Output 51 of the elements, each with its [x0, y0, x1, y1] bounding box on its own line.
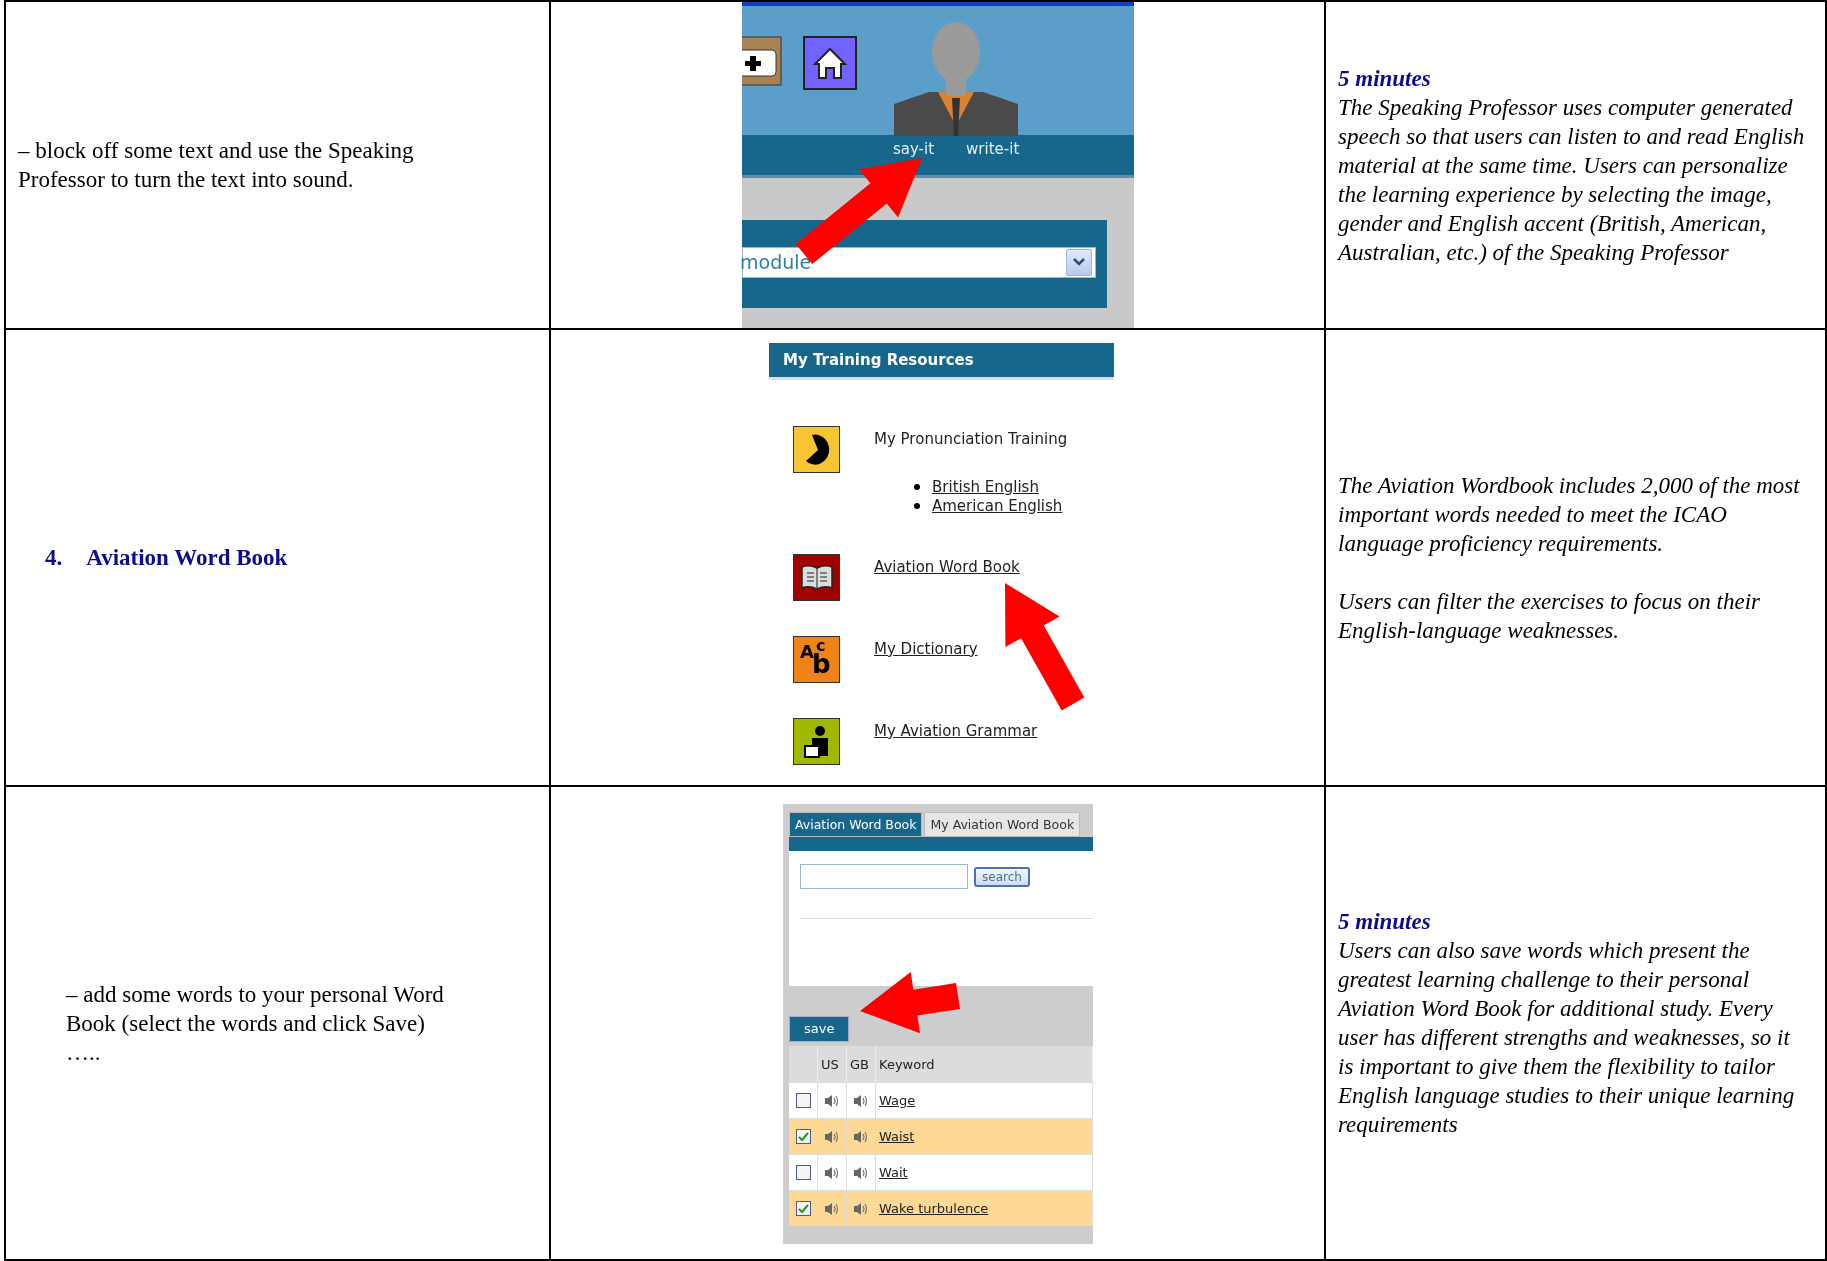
keyword-link[interactable]: Wage [879, 1093, 916, 1108]
module-dropdown[interactable]: module [742, 246, 1096, 278]
duration-label: 5 minutes [1338, 64, 1432, 93]
search-field[interactable] [800, 864, 968, 889]
description-text: The Speaking Professor uses computer generated speech so that users can listen to and read English material at the same time. Users can personalize the learning experience by selecting the image, gender and English accent (British, American, Australian, etc.) of the Speaking Professor [1338, 93, 1806, 267]
nav-link[interactable]: write-it [966, 135, 1020, 158]
speaker-icon[interactable] [824, 1129, 840, 1144]
person-icon[interactable] [793, 717, 840, 765]
pie-icon[interactable] [793, 425, 840, 473]
chevron-down-icon[interactable] [1066, 248, 1092, 276]
instruction-text: – block off some text and use the Speaking Professor to turn the text into sound. [18, 137, 415, 194]
keyword-link[interactable]: Waist [879, 1129, 915, 1144]
book-icon[interactable] [793, 553, 840, 601]
search-button[interactable]: search [974, 866, 1030, 887]
section-title: Aviation Word Book [86, 544, 288, 571]
column-header: GB [847, 1046, 876, 1082]
checkbox[interactable] [795, 1201, 811, 1216]
speaker-icon[interactable] [853, 1093, 869, 1108]
keyword-link[interactable]: Wait [879, 1165, 908, 1180]
section-number: 4. [45, 544, 63, 571]
first-aid-kit-icon[interactable] [742, 36, 782, 86]
resource-link[interactable]: My Aviation Grammar [874, 721, 1038, 740]
speaker-icon[interactable] [853, 1201, 869, 1216]
checkbox[interactable] [795, 1129, 811, 1144]
duration-label: 5 minutes [1338, 908, 1432, 936]
bullet [914, 503, 920, 509]
description-text: The Aviation Wordbook includes 2,000 of the most important words needed to meet the ICAO language proficiency requirements. [1338, 471, 1801, 558]
tab[interactable]: My Aviation Word Book [924, 812, 1081, 837]
resource-link[interactable]: Aviation Word Book [874, 557, 1020, 576]
resource-link[interactable]: American English [932, 496, 1063, 516]
checkbox[interactable] [795, 1093, 811, 1108]
resource-link[interactable]: My Dictionary [874, 639, 978, 658]
speaker-icon[interactable] [824, 1093, 840, 1108]
speaker-icon[interactable] [853, 1129, 869, 1144]
instruction-text: – add some words to your personal Word Book (select the words and click Save) ….. [65, 980, 445, 1067]
speaker-icon[interactable] [824, 1201, 840, 1216]
resource-label: My Pronunciation Training [874, 429, 1068, 448]
description-text: Users can also save words which present the greatest learning challenge to their personal Aviation Word Book for additional study. Every user has different strengths and weaknesses, so it is important to give them the flexibility to tailor English language studies to their unique learning requirements [1338, 937, 1796, 1139]
save-button[interactable]: save [789, 1016, 850, 1042]
panel-header: My Training Resources [769, 342, 1114, 380]
home-icon[interactable] [803, 36, 857, 90]
column-header: Keyword [876, 1046, 1093, 1082]
bullet [914, 484, 920, 490]
speaker-icon[interactable] [824, 1165, 840, 1180]
tab[interactable]: Aviation Word Book [789, 812, 923, 837]
nav-link[interactable]: say-it [893, 135, 935, 158]
checkbox[interactable] [795, 1165, 811, 1180]
column-header: US [818, 1046, 847, 1082]
speaker-icon[interactable] [853, 1165, 869, 1180]
resource-link[interactable]: British English [932, 477, 1039, 497]
description-text: Users can filter the exercises to focus on their English-language weaknesses. [1338, 587, 1761, 645]
